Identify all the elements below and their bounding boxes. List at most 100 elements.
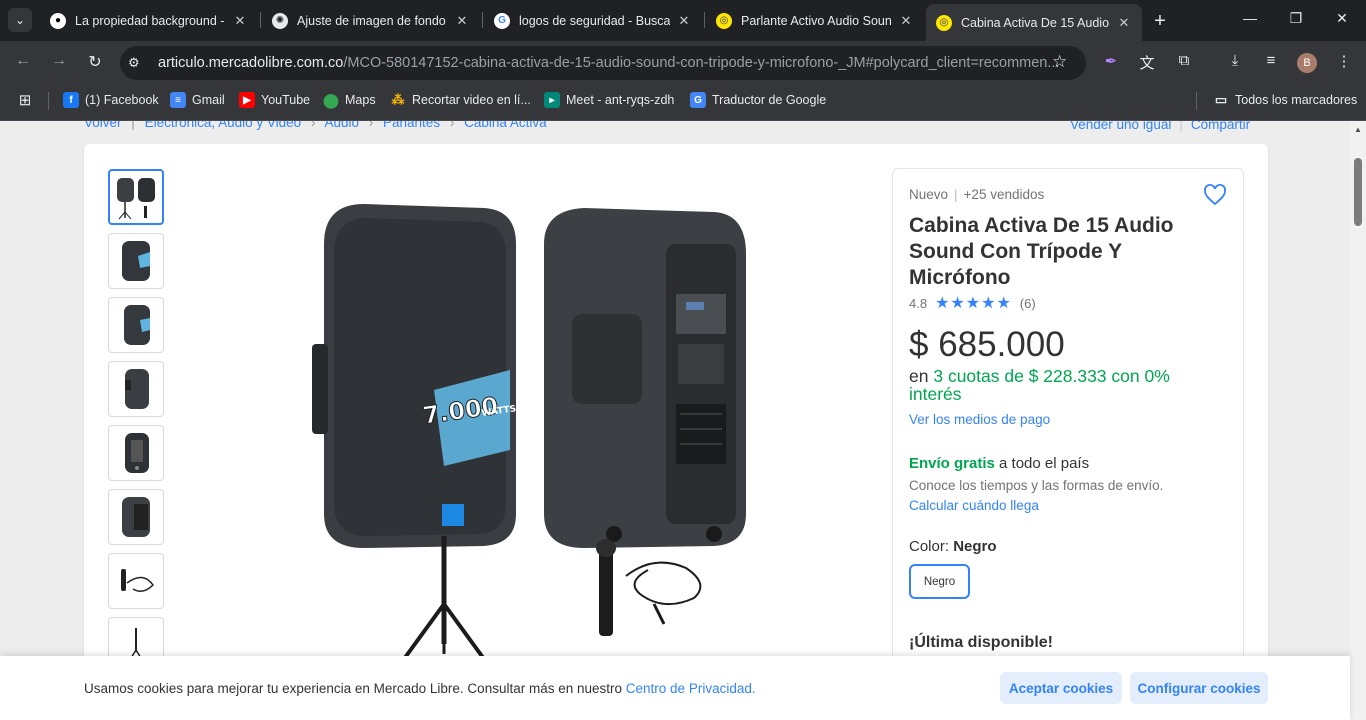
chevron-right-icon: › bbox=[368, 121, 374, 130]
forward-button[interactable]: → bbox=[48, 52, 70, 70]
media-control-icon[interactable]: ≡ bbox=[1260, 52, 1282, 69]
translate-extension-icon[interactable]: 文 bbox=[1136, 52, 1158, 73]
download-icon[interactable]: ⤓ bbox=[1224, 52, 1246, 69]
payment-methods-link[interactable]: Ver los medios de pago bbox=[909, 412, 1050, 427]
thumbnail[interactable] bbox=[108, 489, 164, 545]
tab-4[interactable]: ◎ Parlante Activo Audio Sound ✕ bbox=[706, 6, 924, 35]
breadcrumb-item[interactable]: Parlantes bbox=[383, 121, 440, 130]
scroll-up-arrow-icon[interactable]: ▲ bbox=[1354, 125, 1362, 134]
maps-icon: ⬤ bbox=[323, 91, 339, 108]
translate-icon: G bbox=[690, 92, 706, 108]
gmail-icon: ≡ bbox=[170, 92, 186, 108]
youtube-icon: ▶ bbox=[239, 92, 255, 108]
close-icon[interactable]: ✕ bbox=[232, 13, 248, 29]
menu-kebab-icon[interactable]: ⋮ bbox=[1333, 52, 1355, 70]
bookmark-gmail[interactable]: ≡ Gmail bbox=[170, 92, 225, 108]
meet-icon: ▸ bbox=[544, 92, 560, 108]
profile-avatar[interactable]: B bbox=[1297, 53, 1317, 73]
bookmark-label: Maps bbox=[345, 93, 376, 107]
breadcrumb: Volver | Electrónica, Audio y Video › Au… bbox=[84, 121, 553, 130]
breadcrumb-item[interactable]: Electrónica, Audio y Video bbox=[145, 121, 302, 130]
chevron-right-icon: › bbox=[310, 121, 316, 130]
shipping-scope: a todo el país bbox=[999, 455, 1090, 472]
heart-icon[interactable] bbox=[1203, 183, 1227, 207]
close-icon[interactable]: ✕ bbox=[1116, 15, 1132, 31]
bookmark-label: (1) Facebook bbox=[85, 93, 159, 107]
tab-divider bbox=[704, 12, 705, 28]
extensions-icon[interactable]: ⧉ bbox=[1173, 52, 1195, 69]
product-card: 7.000 WATTS Nuevo | +25 vendidos Cabina … bbox=[84, 144, 1268, 720]
tab-divider bbox=[482, 12, 483, 28]
bookmark-label: Recortar video en lí... bbox=[412, 93, 531, 107]
thumbnail[interactable] bbox=[108, 553, 164, 609]
thumbnail-gallery bbox=[108, 169, 164, 681]
mercadolibre-icon: ◎ bbox=[716, 12, 732, 29]
thumbnail[interactable] bbox=[108, 361, 164, 417]
divider: | bbox=[954, 187, 958, 202]
shipping-info: Envío gratis a todo el país bbox=[909, 455, 1089, 472]
breadcrumb-back[interactable]: Volver bbox=[84, 121, 122, 130]
cookie-text: Usamos cookies para mejorar tu experienc… bbox=[84, 681, 623, 696]
address-bar[interactable]: articulo.mercadolibre.com.co/MCO-5801471… bbox=[120, 46, 1086, 80]
tab-1[interactable]: ● La propiedad background - C ✕ bbox=[40, 6, 258, 35]
all-bookmarks-label: Todos los marcadores bbox=[1235, 93, 1358, 107]
color-option-button[interactable]: Negro bbox=[909, 564, 970, 599]
rating-summary[interactable]: 4.8 ★★★★★ (6) bbox=[909, 293, 1036, 313]
tab-strip: ⌄ ● La propiedad background - C ✕ ✺ Ajus… bbox=[0, 0, 1366, 41]
all-bookmarks[interactable]: ▭ Todos los marcadores bbox=[1213, 92, 1357, 108]
share-link[interactable]: Compartir bbox=[1191, 121, 1250, 132]
thumbnail[interactable] bbox=[108, 297, 164, 353]
main-product-image[interactable]: 7.000 WATTS bbox=[294, 184, 774, 664]
close-window-button[interactable]: ✕ bbox=[1332, 10, 1352, 27]
bookmark-translate[interactable]: G Traductor de Google bbox=[690, 92, 826, 108]
back-button[interactable]: ← bbox=[12, 52, 34, 70]
stock-status: ¡Última disponible! bbox=[909, 634, 1053, 651]
breadcrumb-item[interactable]: Cabina Activa bbox=[464, 121, 547, 130]
breadcrumb-item[interactable]: Audio bbox=[324, 121, 359, 130]
bookmark-facebook[interactable]: f (1) Facebook bbox=[63, 92, 159, 108]
url-host: articulo.mercadolibre.com.co bbox=[158, 55, 344, 71]
reload-button[interactable]: ↻ bbox=[84, 52, 106, 72]
configure-cookies-button[interactable]: Configurar cookies bbox=[1130, 672, 1268, 704]
thumbnail[interactable] bbox=[108, 169, 164, 225]
tab-title: La propiedad background - C bbox=[75, 13, 226, 28]
sold-count: +25 vendidos bbox=[963, 187, 1045, 202]
folder-icon: ▭ bbox=[1214, 92, 1228, 107]
site-settings-icon[interactable]: ⚙ bbox=[128, 55, 140, 71]
page-viewport: Volver | Electrónica, Audio y Video › Au… bbox=[0, 121, 1350, 720]
tab-5-active[interactable]: ◎ Cabina Activa De 15 Audio S ✕ bbox=[926, 4, 1142, 41]
github-icon: ● bbox=[50, 12, 66, 29]
bookmark-label: YouTube bbox=[261, 93, 311, 107]
restore-button[interactable]: ❐ bbox=[1286, 10, 1306, 27]
scrollbar-thumb[interactable] bbox=[1354, 158, 1362, 226]
accept-cookies-button[interactable]: Aceptar cookies bbox=[1000, 672, 1122, 704]
video-icon: ⁂ bbox=[391, 92, 405, 107]
new-tab-button[interactable]: + bbox=[1150, 10, 1170, 33]
tab-3[interactable]: G logos de seguridad - Buscar ✕ bbox=[484, 6, 702, 35]
page-actions: Vender uno igual | Compartir bbox=[1070, 121, 1250, 132]
calculate-delivery-link[interactable]: Calcular cuándo llega bbox=[909, 498, 1039, 513]
bookmark-star-icon[interactable]: ☆ bbox=[1052, 52, 1067, 72]
bookmark-label: Gmail bbox=[192, 93, 225, 107]
close-icon[interactable]: ✕ bbox=[898, 13, 914, 29]
bookmark-video[interactable]: ⁂ Recortar video en lí... bbox=[390, 92, 531, 108]
bookmark-youtube[interactable]: ▶ YouTube bbox=[239, 92, 310, 108]
tab-2[interactable]: ✺ Ajuste de imagen de fondo w ✕ bbox=[262, 6, 480, 35]
bookmark-maps[interactable]: ⬤ Maps bbox=[323, 91, 376, 108]
sell-similar-link[interactable]: Vender uno igual bbox=[1070, 121, 1171, 132]
feather-extension-icon[interactable]: ✒ bbox=[1100, 52, 1122, 70]
apps-grid-icon[interactable]: ⊞ bbox=[14, 91, 36, 109]
minimize-button[interactable]: — bbox=[1240, 10, 1260, 26]
privacy-center-link[interactable]: Centro de Privacidad. bbox=[626, 681, 756, 696]
thumbnail[interactable] bbox=[108, 233, 164, 289]
color-label-key: Color: bbox=[909, 538, 950, 555]
close-icon[interactable]: ✕ bbox=[454, 13, 470, 29]
bookmark-label: Meet - ant-ryqs-zdh bbox=[566, 93, 675, 107]
tab-search-button[interactable]: ⌄ bbox=[8, 8, 32, 32]
tab-divider bbox=[260, 12, 261, 28]
page-scrollbar[interactable]: ▲ bbox=[1350, 121, 1366, 720]
bookmark-meet[interactable]: ▸ Meet - ant-ryqs-zdh bbox=[544, 92, 674, 108]
close-icon[interactable]: ✕ bbox=[676, 13, 692, 29]
url-path: /MCO-580147152-cabina-activa-de-15-audio… bbox=[343, 55, 1060, 71]
thumbnail[interactable] bbox=[108, 425, 164, 481]
